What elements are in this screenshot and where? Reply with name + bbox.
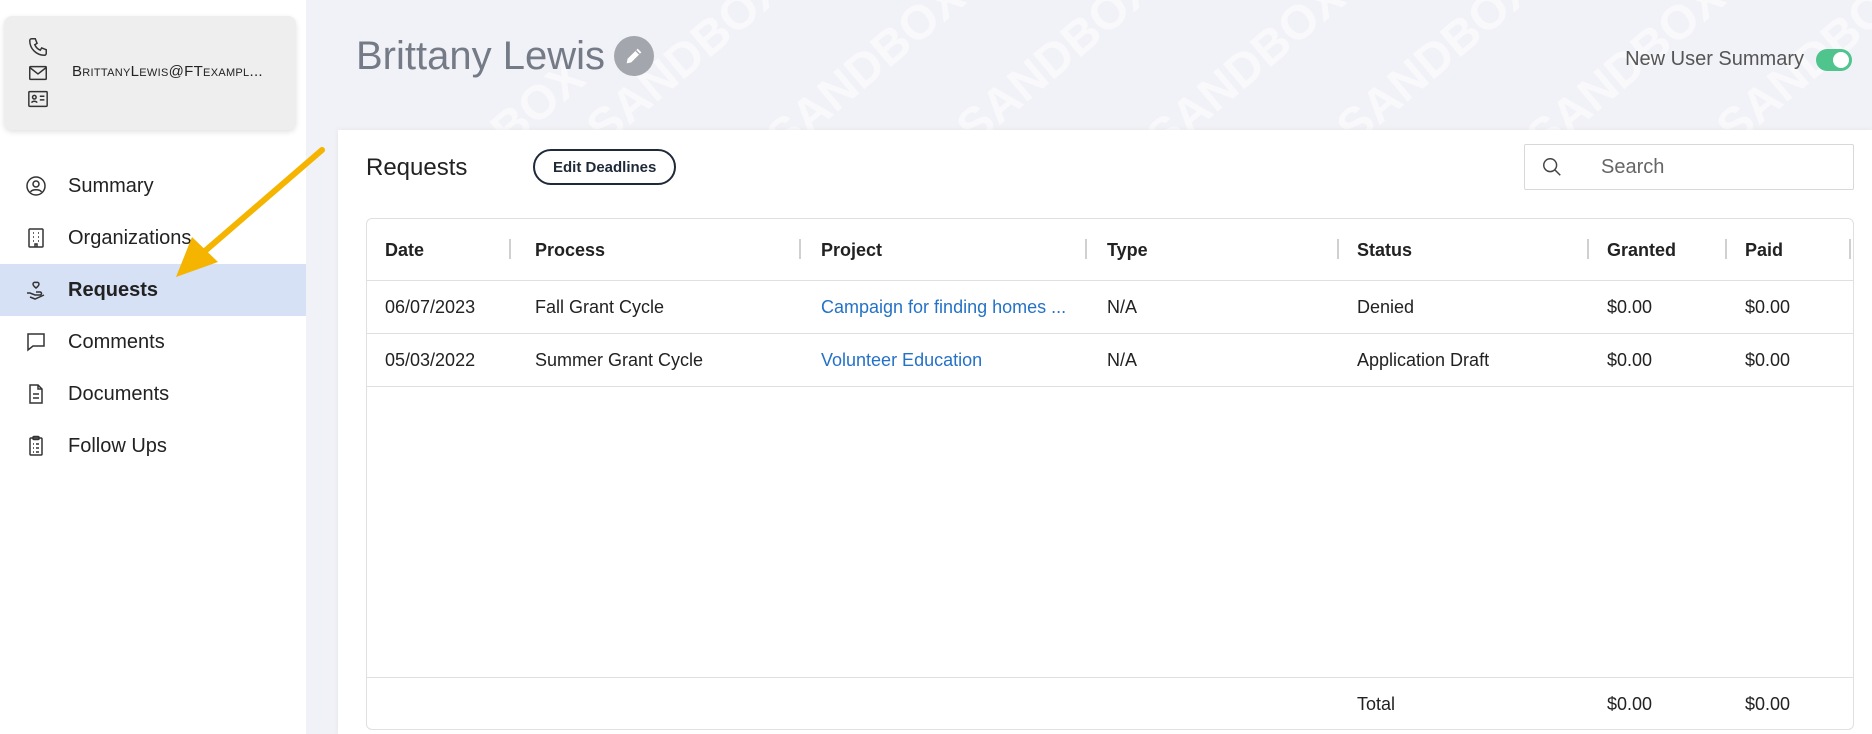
- sidebar-item-label: Summary: [68, 174, 154, 197]
- total-granted: $0.00: [1607, 693, 1653, 714]
- cell-date: 05/03/2022: [385, 350, 476, 370]
- cell-date: 06/07/2023: [385, 297, 476, 317]
- contact-icons: [26, 36, 54, 110]
- column-header-granted[interactable]: Granted: [1607, 219, 1727, 281]
- contact-card: BrittanyLewis@FTexampl...: [4, 16, 296, 130]
- column-resize-handle[interactable]: [799, 239, 801, 259]
- column-header-project[interactable]: Project: [821, 219, 1087, 281]
- total-label: Total: [1357, 693, 1396, 714]
- id-card-icon[interactable]: [26, 88, 50, 110]
- cell-granted: $0.00: [1607, 297, 1653, 317]
- building-icon: [28, 228, 44, 248]
- column-resize-handle[interactable]: [509, 239, 511, 259]
- sidebar-item-label: Comments: [68, 330, 165, 353]
- cell-paid: $0.00: [1745, 350, 1791, 370]
- table-row[interactable]: 05/03/2022 Summer Grant Cycle Volunteer …: [367, 334, 1853, 387]
- cell-paid: $0.00: [1745, 297, 1791, 317]
- column-header-status[interactable]: Status: [1357, 219, 1589, 281]
- contact-email[interactable]: BrittanyLewis@FTexampl...: [72, 63, 284, 80]
- cell-granted: $0.00: [1607, 350, 1653, 370]
- sidebar-item-label: Follow Ups: [68, 434, 167, 457]
- search-input[interactable]: [1601, 155, 1841, 179]
- column-header-paid[interactable]: Paid: [1745, 219, 1851, 281]
- speech-bubble-icon: [27, 333, 45, 352]
- requests-panel: Requests Edit Deadlines Date Process Pro…: [338, 130, 1872, 734]
- sidebar-item-comments[interactable]: Comments: [0, 316, 306, 368]
- sidebar-item-follow-ups[interactable]: Follow Ups: [0, 420, 306, 472]
- cell-process: Summer Grant Cycle: [535, 350, 704, 370]
- new-user-summary-toggle[interactable]: [1816, 48, 1852, 71]
- requests-table: Date Process Project Type Status Granted…: [366, 218, 1854, 730]
- edit-deadlines-button[interactable]: Edit Deadlines: [533, 149, 677, 185]
- table-footer: Total $0.00 $0.00: [367, 677, 1853, 729]
- table-row[interactable]: 06/07/2023 Fall Grant Cycle Campaign for…: [367, 281, 1853, 334]
- sidebar-item-organizations[interactable]: Organizations: [0, 212, 306, 264]
- envelope-icon[interactable]: [26, 62, 50, 84]
- sidebar-item-requests[interactable]: Requests: [0, 264, 306, 316]
- total-paid: $0.00: [1745, 693, 1791, 714]
- sidebar-item-label: Requests: [68, 278, 159, 301]
- table-header: Date Process Project Type Status Granted…: [367, 219, 1853, 281]
- column-resize-handle[interactable]: [1849, 239, 1851, 259]
- user-circle-icon: [26, 176, 46, 196]
- hand-giving-icon: [27, 281, 45, 300]
- sidebar-nav: Summary Organizations Requests Comments …: [0, 160, 306, 472]
- column-header-type[interactable]: Type: [1107, 219, 1339, 281]
- new-user-summary-toggle-group: New User Summary: [1625, 48, 1852, 71]
- column-resize-handle[interactable]: [1587, 239, 1589, 259]
- search-icon: [1543, 158, 1561, 176]
- pencil-icon: [626, 48, 642, 64]
- phone-icon[interactable]: [26, 36, 50, 58]
- sidebar-item-summary[interactable]: Summary: [0, 160, 306, 212]
- column-resize-handle[interactable]: [1725, 239, 1727, 259]
- sidebar-item-label: Documents: [68, 382, 170, 405]
- sidebar-item-documents[interactable]: Documents: [0, 368, 306, 420]
- cell-project-link[interactable]: Volunteer Education: [821, 334, 1091, 387]
- cell-type: N/A: [1107, 350, 1138, 370]
- toggle-label: New User Summary: [1625, 48, 1804, 70]
- column-resize-handle[interactable]: [1337, 239, 1339, 259]
- cell-status: Application Draft: [1357, 350, 1490, 370]
- panel-title: Requests: [366, 154, 468, 181]
- cell-type: N/A: [1107, 297, 1138, 317]
- sidebar: BrittanyLewis@FTexampl... Summary Organi…: [0, 0, 306, 734]
- column-header-process[interactable]: Process: [535, 219, 801, 281]
- cell-process: Fall Grant Cycle: [535, 297, 665, 317]
- clipboard-icon: [29, 435, 43, 456]
- column-resize-handle[interactable]: [1085, 239, 1087, 259]
- column-header-date[interactable]: Date: [385, 219, 511, 281]
- document-icon: [29, 384, 43, 404]
- search-box: [1524, 144, 1854, 190]
- page-title: Brittany Lewis: [356, 34, 605, 78]
- cell-status: Denied: [1357, 297, 1415, 317]
- sidebar-item-label: Organizations: [68, 226, 192, 249]
- cell-project-link[interactable]: Campaign for finding homes ...: [821, 281, 1091, 334]
- edit-name-button[interactable]: [614, 36, 654, 76]
